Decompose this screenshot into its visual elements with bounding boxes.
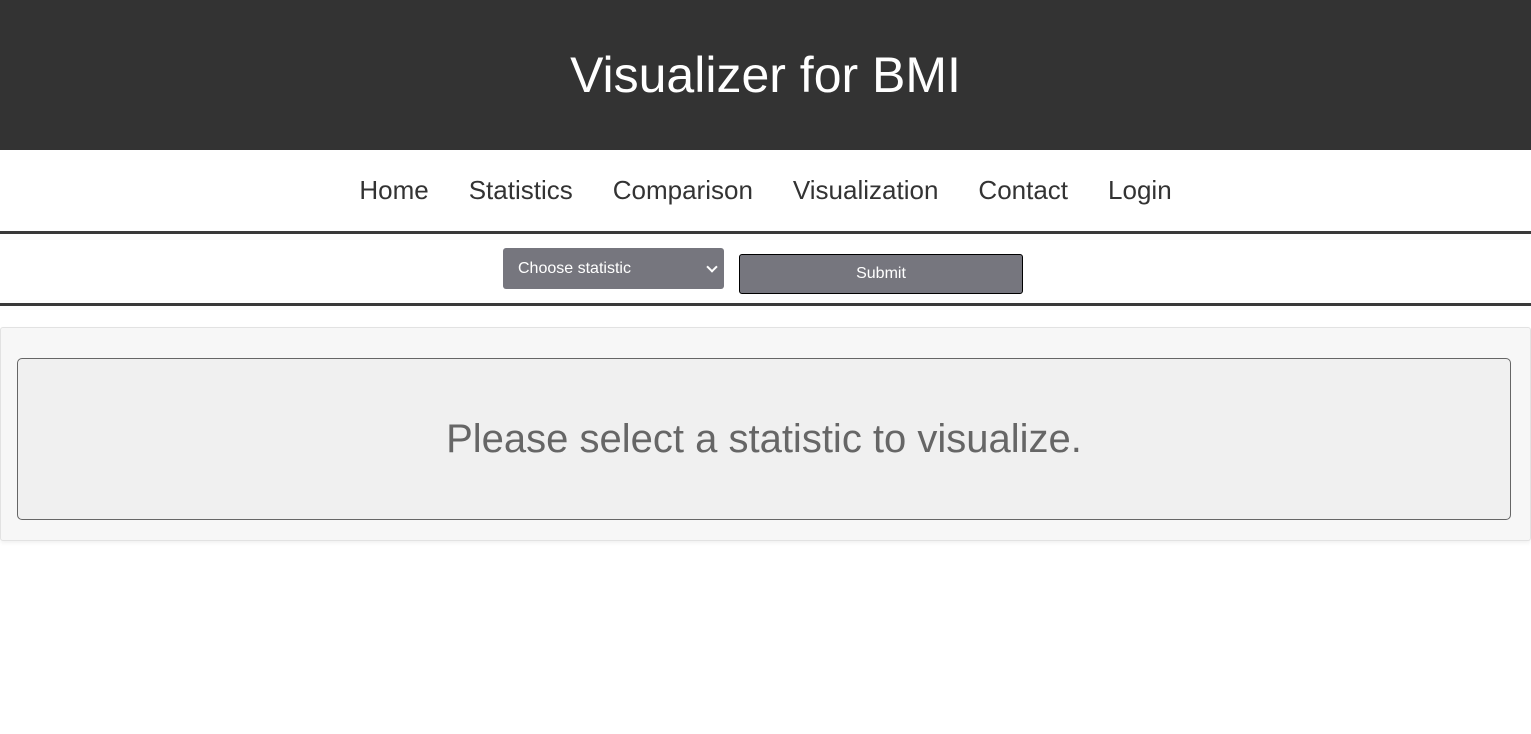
statistic-toolbar: Choose statistic Submit (0, 234, 1531, 306)
message-box: Please select a statistic to visualize. (17, 358, 1511, 520)
nav-link-home[interactable]: Home (339, 150, 448, 231)
nav-item-home: Home (339, 150, 448, 231)
nav-link-contact[interactable]: Contact (958, 150, 1088, 231)
submit-button[interactable]: Submit (739, 254, 1023, 294)
nav-list: Home Statistics Comparison Visualization… (0, 150, 1531, 231)
nav-item-comparison: Comparison (593, 150, 773, 231)
statistic-select[interactable]: Choose statistic (503, 248, 724, 289)
main-nav: Home Statistics Comparison Visualization… (0, 150, 1531, 234)
nav-link-statistics[interactable]: Statistics (449, 150, 593, 231)
site-header: Visualizer for BMI (0, 0, 1531, 150)
nav-link-comparison[interactable]: Comparison (593, 150, 773, 231)
nav-link-visualization[interactable]: Visualization (773, 150, 959, 231)
empty-state-message: Please select a statistic to visualize. (446, 416, 1082, 461)
nav-item-visualization: Visualization (773, 150, 959, 231)
nav-item-statistics: Statistics (449, 150, 593, 231)
statistic-select-value: Choose statistic (518, 260, 631, 277)
nav-link-login[interactable]: Login (1088, 150, 1192, 231)
nav-item-contact: Contact (958, 150, 1088, 231)
nav-item-login: Login (1088, 150, 1192, 231)
chevron-down-icon (706, 261, 718, 273)
visualization-panel: Please select a statistic to visualize. (0, 327, 1531, 541)
page-title: Visualizer for BMI (570, 47, 961, 103)
